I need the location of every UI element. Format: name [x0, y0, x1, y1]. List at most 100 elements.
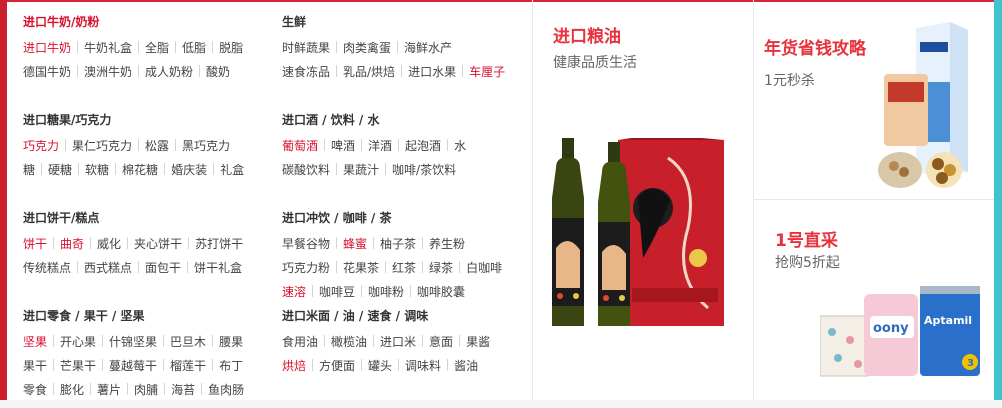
category-link[interactable]: 礼盒 — [220, 158, 244, 182]
category-link[interactable]: 速溶 — [282, 280, 306, 304]
category-link[interactable]: 德国牛奶 — [23, 60, 71, 84]
category-group-title[interactable]: 进口冲饮 / 咖啡 / 茶 — [282, 208, 527, 228]
category-link[interactable]: 花果茶 — [343, 256, 379, 280]
category-group-title[interactable]: 进口饼干/糕点 — [23, 208, 268, 228]
category-link[interactable]: 洋酒 — [368, 134, 392, 158]
baby-products-image[interactable]: oony Aptamil 3 — [820, 286, 982, 378]
olive-oil-gift-box-image[interactable] — [548, 138, 728, 333]
new-year-snacks-image[interactable] — [872, 22, 972, 190]
category-link[interactable]: 低脂 — [182, 36, 206, 60]
category-link[interactable]: 意面 — [429, 330, 453, 354]
category-link[interactable]: 苏打饼干 — [195, 232, 243, 256]
category-link[interactable]: 面包干 — [145, 256, 181, 280]
category-link[interactable]: 脱脂 — [219, 36, 243, 60]
category-group-title[interactable]: 进口糖果/巧克力 — [23, 110, 268, 130]
category-link[interactable]: 牛奶礼盒 — [84, 36, 132, 60]
category-group-title[interactable]: 进口零食 / 果干 / 坚果 — [23, 306, 268, 326]
category-link[interactable]: 坚果 — [23, 330, 47, 354]
category-link[interactable]: 啤酒 — [331, 134, 355, 158]
category-link[interactable]: 进口水果 — [408, 60, 456, 84]
category-link[interactable]: 棉花糖 — [122, 158, 158, 182]
category-link[interactable]: 进口米 — [380, 330, 416, 354]
category-link[interactable]: 饼干 — [23, 232, 47, 256]
category-link[interactable]: 什锦坚果 — [109, 330, 157, 354]
category-link[interactable]: 起泡酒 — [405, 134, 441, 158]
category-link-row: 速食冻品 乳品/烘焙 进口水果 车厘子 — [282, 60, 527, 84]
category-link[interactable]: 乳品/烘焙 — [343, 60, 395, 84]
category-link[interactable]: 车厘子 — [469, 60, 505, 84]
category-group-title[interactable]: 进口米面 / 油 / 速食 / 调味 — [282, 306, 527, 326]
category-link[interactable]: 肉脯 — [134, 378, 158, 402]
category-link[interactable]: 烘焙 — [282, 354, 306, 378]
category-link[interactable]: 糖 — [23, 158, 35, 182]
category-link[interactable]: 酸奶 — [206, 60, 230, 84]
category-link[interactable]: 零食 — [23, 378, 47, 402]
category-link[interactable]: 巧克力 — [23, 134, 59, 158]
promo-direct-title[interactable]: 1号直采 — [775, 226, 838, 251]
category-link[interactable]: 松露 — [145, 134, 169, 158]
category-link[interactable]: 调味料 — [405, 354, 441, 378]
category-link[interactable]: 早餐谷物 — [282, 232, 330, 256]
category-link[interactable]: 方便面 — [319, 354, 355, 378]
category-link[interactable]: 蜂蜜 — [343, 232, 367, 256]
category-link[interactable]: 澳洲牛奶 — [84, 60, 132, 84]
category-link[interactable]: 巴旦木 — [170, 330, 206, 354]
category-link[interactable]: 果蔬汁 — [343, 158, 379, 182]
category-link[interactable]: 咖啡豆 — [319, 280, 355, 304]
category-link[interactable]: 葡萄酒 — [282, 134, 318, 158]
category-link[interactable]: 养生粉 — [429, 232, 465, 256]
category-link[interactable]: 咖啡/茶饮料 — [392, 158, 456, 182]
category-link[interactable]: 腰果 — [219, 330, 243, 354]
category-link[interactable]: 速食冻品 — [282, 60, 330, 84]
category-link[interactable]: 果酱 — [466, 330, 490, 354]
category-link[interactable]: 全脂 — [145, 36, 169, 60]
category-link[interactable]: 开心果 — [60, 330, 96, 354]
category-link[interactable]: 柚子茶 — [380, 232, 416, 256]
category-link[interactable]: 罐头 — [368, 354, 392, 378]
category-link-row: 巧克力粉 花果茶 红茶 绿茶 白咖啡 — [282, 256, 527, 280]
link-separator — [175, 139, 177, 151]
category-link[interactable]: 咖啡胶囊 — [417, 280, 465, 304]
category-link[interactable]: 蔓越莓干 — [109, 354, 157, 378]
promo-oil-title[interactable]: 进口粮油 — [553, 22, 621, 47]
category-group-title[interactable]: 进口牛奶/奶粉 — [23, 12, 268, 32]
category-link[interactable]: 红茶 — [392, 256, 416, 280]
category-link[interactable]: 咖啡粉 — [368, 280, 404, 304]
category-link[interactable]: 榴莲干 — [170, 354, 206, 378]
category-link[interactable]: 进口牛奶 — [23, 36, 71, 60]
category-link[interactable]: 婚庆装 — [171, 158, 207, 182]
category-link[interactable]: 海鲜水产 — [404, 36, 452, 60]
category-link[interactable]: 膨化 — [60, 378, 84, 402]
category-link[interactable]: 水 — [454, 134, 466, 158]
category-link[interactable]: 软糖 — [85, 158, 109, 182]
category-link[interactable]: 黑巧克力 — [182, 134, 230, 158]
category-link[interactable]: 夹心饼干 — [134, 232, 182, 256]
category-link[interactable]: 橄榄油 — [331, 330, 367, 354]
category-link[interactable]: 果仁巧克力 — [72, 134, 132, 158]
category-link[interactable]: 鱼肉肠 — [208, 378, 244, 402]
category-link[interactable]: 西式糕点 — [84, 256, 132, 280]
category-link[interactable]: 白咖啡 — [466, 256, 502, 280]
promo-newyear-title[interactable]: 年货省钱攻略 — [764, 34, 866, 59]
category-link[interactable]: 威化 — [97, 232, 121, 256]
category-group-title[interactable]: 进口酒 / 饮料 / 水 — [282, 110, 527, 130]
category-link[interactable]: 传统糕点 — [23, 256, 71, 280]
category-link[interactable]: 海苔 — [171, 378, 195, 402]
category-link[interactable]: 硬糖 — [48, 158, 72, 182]
category-link[interactable]: 曲奇 — [60, 232, 84, 256]
link-separator — [102, 359, 104, 371]
category-link[interactable]: 酱油 — [454, 354, 478, 378]
category-link[interactable]: 成人奶粉 — [145, 60, 193, 84]
category-group-title[interactable]: 生鲜 — [282, 12, 527, 32]
category-link[interactable]: 绿茶 — [429, 256, 453, 280]
category-link[interactable]: 饼干礼盒 — [194, 256, 242, 280]
category-link[interactable]: 时鲜蔬果 — [282, 36, 330, 60]
category-link[interactable]: 巧克力粉 — [282, 256, 330, 280]
category-link[interactable]: 碳酸饮料 — [282, 158, 330, 182]
category-link[interactable]: 薯片 — [97, 378, 121, 402]
category-link[interactable]: 肉类禽蛋 — [343, 36, 391, 60]
category-link[interactable]: 果干 — [23, 354, 47, 378]
category-link[interactable]: 食用油 — [282, 330, 318, 354]
category-link[interactable]: 布丁 — [219, 354, 243, 378]
category-link[interactable]: 芒果干 — [60, 354, 96, 378]
